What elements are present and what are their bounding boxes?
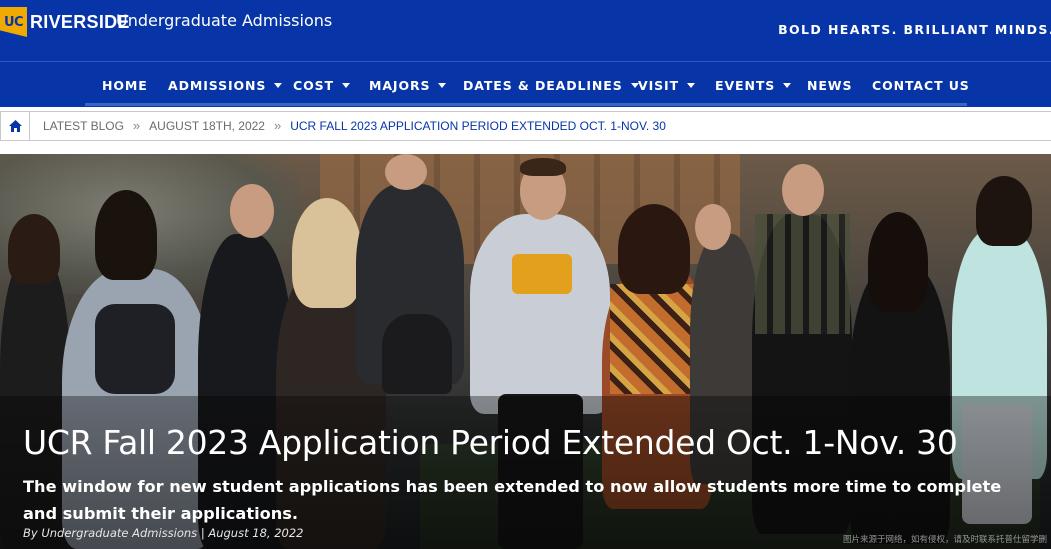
nav-item-admissions[interactable]: ADMISSIONS	[168, 78, 283, 93]
breadcrumb-current: UCR FALL 2023 APPLICATION PERIOD EXTENDE…	[290, 118, 666, 133]
chevron-down-icon	[438, 83, 447, 88]
breadcrumb-item-date[interactable]: AUGUST 18TH, 2022	[149, 119, 265, 133]
site-title[interactable]: Undergraduate Admissions	[116, 11, 332, 30]
nav-item-dates-deadlines[interactable]: DATES & DEADLINES	[463, 78, 639, 93]
breadcrumb-item-latest-blog[interactable]: LATEST BLOG	[43, 119, 124, 133]
chevron-down-icon	[274, 83, 283, 88]
nav-item-label: VISIT	[638, 78, 680, 93]
logo-wordmark: RIVERSIDE	[30, 11, 130, 32]
breadcrumb: LATEST BLOG » AUGUST 18TH, 2022 » UCR FA…	[0, 111, 1051, 141]
breadcrumb-trail: LATEST BLOG » AUGUST 18TH, 2022 » UCR FA…	[43, 118, 666, 133]
breadcrumb-separator: »	[273, 118, 282, 133]
logo-uc-mark: UC	[0, 7, 27, 37]
article-byline: By Undergraduate Admissions | August 18,…	[23, 526, 304, 540]
nav-item-events[interactable]: EVENTS	[715, 78, 792, 93]
chevron-down-icon	[341, 83, 350, 88]
nav-item-label: CONTACT US	[872, 78, 970, 93]
ucr-logo[interactable]: UC RIVERSIDE	[0, 7, 130, 37]
image-watermark: 图片来源于网络，如有侵权，请及时联系托普仕留学删	[842, 535, 1047, 545]
nav-item-label: COST	[293, 78, 334, 93]
top-header: UC RIVERSIDE Undergraduate Admissions BO…	[0, 0, 1051, 61]
nav-item-label: DATES & DEADLINES	[463, 78, 623, 93]
home-icon	[8, 120, 22, 132]
tagline: BOLD HEARTS. BRILLIANT MINDS.	[778, 22, 1051, 37]
nav-item-home[interactable]: HOME	[102, 78, 148, 93]
nav-item-news[interactable]: NEWS	[807, 78, 852, 93]
breadcrumb-separator: »	[132, 118, 141, 133]
nav-item-cost[interactable]: COST	[293, 78, 350, 93]
nav-item-contact-us[interactable]: CONTACT US	[872, 78, 970, 93]
nav-item-majors[interactable]: MAJORS	[369, 78, 447, 93]
hero-banner[interactable]: UCR Fall 2023 Application Period Extende…	[0, 154, 1051, 549]
chevron-down-icon	[687, 83, 696, 88]
article-title[interactable]: UCR Fall 2023 Application Period Extende…	[23, 423, 958, 462]
breadcrumb-home[interactable]	[1, 112, 30, 140]
nav-item-label: EVENTS	[715, 78, 776, 93]
nav-item-visit[interactable]: VISIT	[638, 78, 696, 93]
nav-item-label: NEWS	[807, 78, 853, 93]
main-nav: HOME ADMISSIONS COST MAJORS DATES & DEAD…	[0, 61, 1051, 107]
nav-list: HOME ADMISSIONS COST MAJORS DATES & DEAD…	[0, 78, 1051, 96]
chevron-down-icon	[783, 83, 792, 88]
article-summary: The window for new student applications …	[23, 477, 1002, 523]
nav-item-label: HOME	[102, 78, 148, 93]
nav-underline	[85, 103, 967, 106]
nav-item-label: MAJORS	[369, 78, 431, 93]
nav-item-label: ADMISSIONS	[168, 78, 267, 93]
